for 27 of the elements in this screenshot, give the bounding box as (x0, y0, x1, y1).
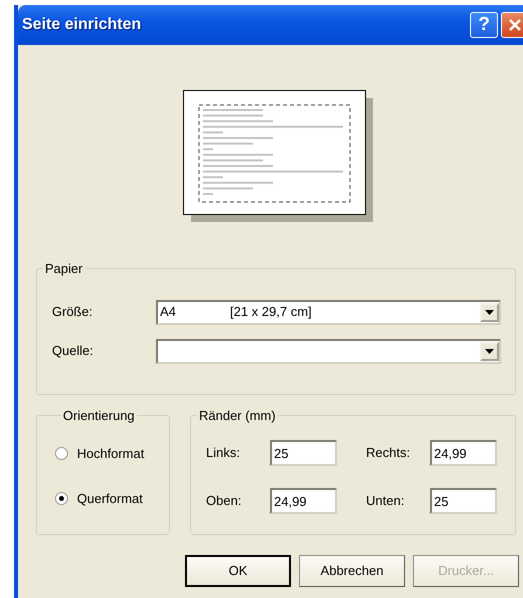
input-field[interactable]: 25 (430, 488, 497, 514)
radio-label[interactable]: Hochformat (77, 444, 144, 464)
help-button[interactable]: ? (470, 12, 498, 38)
input-field[interactable]: 24,99 (270, 488, 337, 514)
group-title: Papier (43, 262, 85, 275)
radio-label[interactable]: Querformat (77, 488, 143, 508)
field-label: Oben: (206, 492, 242, 510)
field-label: Rechts: (366, 444, 412, 462)
dialog-button[interactable]: OK (185, 555, 291, 587)
field-label: Unten: (366, 492, 406, 510)
close-icon (507, 17, 523, 33)
field-label: Quelle: (51, 342, 94, 360)
radio-button[interactable] (55, 447, 68, 460)
dropdown-field[interactable]: A4 [21 x 29,7 cm] (156, 300, 501, 324)
group-title: Ränder (mm) (197, 409, 278, 422)
close-button[interactable] (501, 12, 523, 38)
window-title: Seite einrichten (22, 15, 142, 35)
dropdown-arrow-icon (485, 310, 494, 314)
field-label: Links: (206, 444, 241, 462)
group-title: Orientierung (61, 409, 137, 422)
dialog-button[interactable]: Abbrechen (299, 555, 405, 587)
field-label: Größe: (51, 303, 94, 322)
input-field[interactable]: 25 (270, 440, 337, 466)
dropdown-field[interactable] (156, 338, 501, 364)
input-field[interactable]: 24,99 (430, 440, 497, 466)
radio-button[interactable] (55, 492, 68, 505)
dropdown-arrow-icon (485, 348, 494, 354)
